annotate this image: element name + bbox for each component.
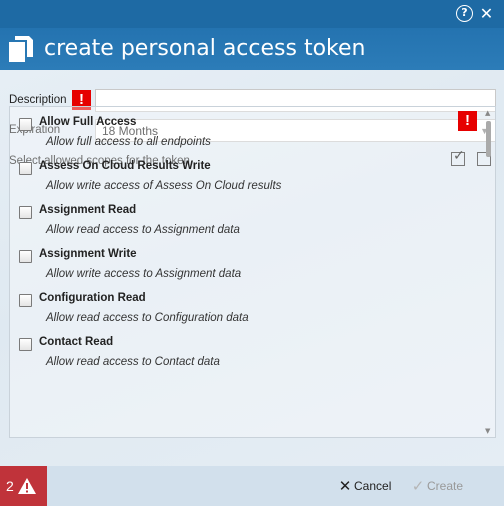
- scope-description: Allow write access to Assignment data: [46, 268, 242, 280]
- cancel-label: Cancel: [354, 479, 392, 493]
- scope-title: Assignment Read: [39, 204, 137, 216]
- scope-checkbox[interactable]: [19, 118, 32, 131]
- scope-description: Allow read access to Assignment data: [46, 224, 240, 236]
- window-titlebar: ? ✕: [0, 0, 504, 28]
- scope-checkbox[interactable]: [19, 294, 32, 307]
- scrollbar[interactable]: ▲ ▼: [482, 107, 495, 437]
- scroll-up-arrow-icon[interactable]: ▲: [485, 109, 490, 117]
- help-icon[interactable]: ?: [456, 5, 473, 22]
- checkmark-icon: ✓: [411, 478, 425, 495]
- scope-checkbox[interactable]: [19, 250, 32, 263]
- dialog-title: create personal access token: [44, 36, 366, 61]
- scope-item: Contact Read Allow read access to Contac…: [10, 327, 480, 371]
- scope-description: Allow read access to Contact data: [46, 356, 220, 368]
- description-label: Description: [9, 94, 67, 106]
- scopes-error-icon: !: [458, 111, 477, 131]
- create-label: Create: [427, 479, 464, 493]
- scope-description: Allow full access to all endpoints: [46, 136, 211, 148]
- documents-icon: [9, 36, 33, 62]
- close-icon: ✕: [338, 478, 352, 495]
- scope-item: Allow Full Access Allow full access to a…: [10, 107, 480, 151]
- scopes-list[interactable]: Allow Full Access Allow full access to a…: [9, 106, 496, 438]
- scope-checkbox[interactable]: [19, 338, 32, 351]
- scope-item: Configuration Read Allow read access to …: [10, 283, 480, 327]
- cancel-button[interactable]: ✕ Cancel: [336, 476, 392, 496]
- warning-icon: [18, 478, 36, 494]
- dialog-footer: 2 ✕ Cancel ✓ Create: [0, 466, 504, 506]
- dialog-header: create personal access token: [0, 28, 504, 70]
- close-icon[interactable]: ✕: [478, 5, 495, 22]
- create-button[interactable]: ✓ Create: [409, 476, 463, 496]
- scope-checkbox[interactable]: [19, 206, 32, 219]
- scope-description: Allow read access to Configuration data: [46, 312, 249, 324]
- error-count-button[interactable]: 2: [0, 466, 47, 506]
- scope-title: Assess On Cloud Results Write: [39, 160, 211, 172]
- error-count: 2: [6, 478, 14, 494]
- scroll-thumb[interactable]: [486, 121, 491, 157]
- scope-item: Assess On Cloud Results Write Allow writ…: [10, 151, 480, 195]
- scope-title: Assignment Write: [39, 248, 137, 260]
- scroll-down-arrow-icon[interactable]: ▼: [485, 427, 490, 435]
- scope-title: Allow Full Access: [39, 116, 137, 128]
- scope-description: Allow write access of Assess On Cloud re…: [46, 180, 282, 192]
- scope-title: Contact Read: [39, 336, 114, 348]
- scope-checkbox[interactable]: [19, 162, 32, 175]
- scope-item: Assignment Read Allow read access to Ass…: [10, 195, 480, 239]
- scope-title: Configuration Read: [39, 292, 146, 304]
- scope-item: Assignment Write Allow write access to A…: [10, 239, 480, 283]
